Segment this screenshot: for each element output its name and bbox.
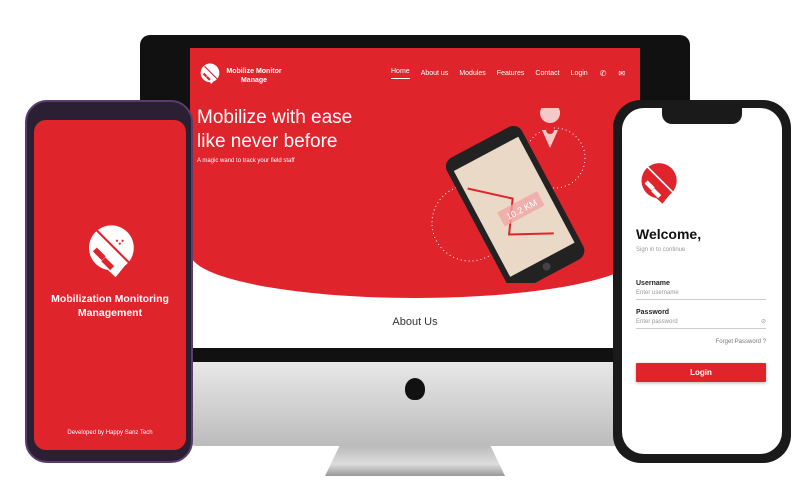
nav-about[interactable]: About us [421, 70, 449, 77]
hero-section: Mobilize Monitor Manage Home About us Mo… [190, 48, 640, 298]
brand-name: Mobilize Monitor Manage [226, 68, 282, 84]
splash-footer: Developed by Happy Sanz Tech [67, 430, 153, 436]
apple-logo-shape [405, 378, 425, 400]
iphone: Welcome, Sign in to continue Username En… [613, 100, 791, 463]
hero-title-line1: Mobilize with ease [197, 107, 353, 128]
website-screen: Mobilize Monitor Manage Home About us Mo… [190, 48, 640, 348]
login-logo-icon [641, 163, 677, 204]
imac-chin [190, 362, 640, 446]
login-screen: Welcome, Sign in to continue Username En… [622, 108, 782, 454]
forgot-password-link[interactable]: Forget Password ? [636, 339, 766, 345]
phone-map-illustration: 10.2 KM [431, 108, 586, 283]
android-phone: Mobilization Monitoring Management Devel… [25, 100, 193, 463]
hero-subtitle: A magic wand to track your field staff [197, 158, 295, 164]
mail-icon[interactable]: ✉ [618, 69, 625, 78]
phone-icon[interactable]: ✆ [600, 69, 607, 78]
login-button[interactable]: Login [636, 363, 766, 382]
signin-subtitle: Sign in to continue [636, 247, 686, 253]
username-label: Username [636, 280, 670, 287]
hero-title: Mobilize with ease like never before [197, 106, 352, 154]
phone-notch [662, 108, 742, 124]
logo-icon [200, 63, 220, 84]
splash-screen: Mobilization Monitoring Management Devel… [34, 120, 186, 450]
nav-modules[interactable]: Modules [459, 70, 485, 77]
nav-home[interactable]: Home [391, 68, 410, 79]
password-placeholder: Enter password [636, 319, 678, 325]
nav-features[interactable]: Features [497, 70, 525, 77]
nav-contact[interactable]: Contact [535, 70, 559, 77]
password-label: Password [636, 309, 670, 316]
welcome-heading: Welcome, [636, 226, 702, 242]
main-nav: Home About us Modules Features Contact L… [380, 68, 625, 79]
splash-title: Mobilization Monitoring Management [51, 293, 169, 319]
password-input[interactable]: Enter password ⊘ [636, 316, 766, 329]
username-input[interactable]: Enter username [636, 287, 766, 300]
eye-off-icon[interactable]: ⊘ [761, 318, 766, 325]
splash-logo-icon [89, 225, 134, 278]
hero-title-line2: like never before [197, 131, 338, 152]
nav-login[interactable]: Login [571, 70, 588, 77]
about-us-heading: About Us [392, 316, 438, 328]
imac-stand [325, 446, 505, 476]
